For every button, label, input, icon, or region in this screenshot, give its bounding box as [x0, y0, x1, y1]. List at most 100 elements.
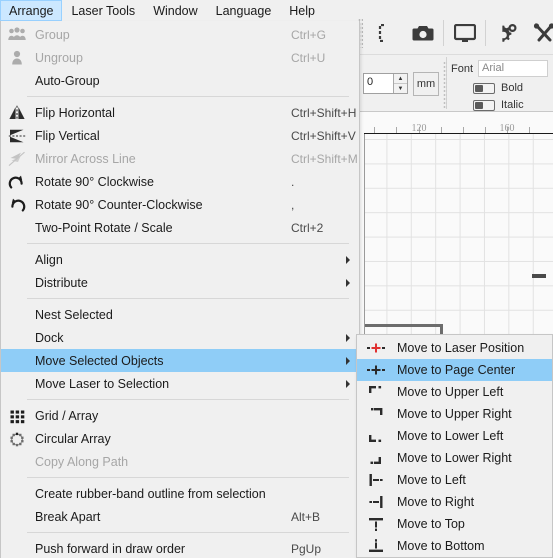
menu-item-move-selected-objects[interactable]: Move Selected Objects — [1, 349, 359, 372]
dimension-stepper[interactable]: 0 ▲ ▼ — [363, 73, 408, 94]
chevron-right-icon — [346, 255, 350, 264]
menu-item-push-forward-in-draw-order[interactable]: Push forward in draw order PgUp — [1, 537, 359, 558]
font-family-select[interactable]: Arial — [478, 60, 549, 77]
move-upper-left-icon — [363, 384, 389, 400]
bold-label: Bold — [501, 82, 524, 94]
submenu-item-label: Move to Lower Left — [397, 429, 504, 443]
menubar-item-window[interactable]: Window — [144, 0, 206, 21]
horizontal-ruler: 120 160 — [364, 112, 553, 134]
menu-item-nest-selected[interactable]: Nest Selected — [1, 303, 359, 326]
submenu-item-label: Move to Left — [397, 473, 466, 487]
menu-item-group: Group Ctrl+G — [1, 23, 359, 46]
camera-icon[interactable] — [404, 16, 441, 50]
menu-item-grid-array[interactable]: Grid / Array — [1, 404, 359, 427]
rotate-ccw-icon — [7, 196, 27, 214]
menu-item-move-laser-to-selection[interactable]: Move Laser to Selection — [1, 372, 359, 395]
ruler-tick-label: 160 — [499, 123, 515, 134]
menu-item-break-apart[interactable]: Break Apart Alt+B — [1, 505, 359, 528]
move-laser-position-icon — [363, 340, 389, 356]
menu-item-shortcut: . — [291, 174, 295, 189]
submenu-item-move-to-left[interactable]: Move to Left — [357, 469, 552, 491]
submenu-item-move-to-bottom[interactable]: Move to Bottom — [357, 535, 552, 557]
submenu-item-label: Move to Page Center — [397, 363, 516, 377]
group-users-icon — [7, 26, 27, 44]
chevron-right-icon — [346, 356, 350, 365]
bold-toggle[interactable] — [473, 82, 495, 94]
menubar-item-language[interactable]: Language — [207, 0, 281, 21]
submenu-item-label: Move to Top — [397, 517, 465, 531]
chevron-right-icon — [346, 278, 350, 287]
toolbar-icon-group — [358, 16, 553, 50]
menu-item-rotate-90-counter-clockwise[interactable]: Rotate 90° Counter-Clockwise, — [1, 193, 359, 216]
font-selector-row: Font Arial — [451, 60, 549, 77]
stepper-up-icon[interactable]: ▲ — [394, 74, 407, 84]
move-upper-right-icon — [363, 406, 389, 422]
submenu-item-move-to-right[interactable]: Move to Right — [357, 491, 552, 513]
move-lower-left-icon — [363, 428, 389, 444]
unit-toggle-button[interactable]: mm — [413, 72, 439, 96]
move-top-icon — [363, 516, 389, 532]
menubar-item-laser-tools[interactable]: Laser Tools — [62, 0, 144, 21]
font-label: Font — [451, 62, 474, 75]
dimension-value[interactable]: 0 — [364, 74, 393, 93]
menu-separator — [27, 243, 349, 244]
monitor-icon[interactable] — [446, 16, 483, 50]
submenu-item-move-to-top[interactable]: Move to Top — [357, 513, 552, 535]
italic-label: Italic — [501, 99, 524, 111]
submenu-item-label: Move to Upper Left — [397, 385, 504, 399]
menu-item-label: Nest Selected — [35, 307, 113, 322]
menu-item-label: Distribute — [35, 275, 88, 290]
menu-item-label: Rotate 90° Counter-Clockwise — [35, 197, 203, 212]
menu-item-circular-array[interactable]: Circular Array — [1, 427, 359, 450]
menu-item-shortcut: Ctrl+Shift+M — [291, 151, 358, 166]
menubar-item-arrange[interactable]: Arrange — [0, 0, 63, 21]
menu-item-label: Auto-Group — [35, 73, 100, 88]
menu-item-flip-horizontal[interactable]: Flip Horizontal Ctrl+Shift+H — [1, 101, 359, 124]
italic-toggle[interactable] — [473, 99, 495, 111]
submenu-item-move-to-lower-left[interactable]: Move to Lower Left — [357, 425, 552, 447]
submenu-item-move-to-laser-position[interactable]: Move to Laser Position — [357, 337, 552, 359]
menu-item-label: Rotate 90° Clockwise — [35, 174, 154, 189]
menu-item-dock[interactable]: Dock — [1, 326, 359, 349]
submenu-item-label: Move to Lower Right — [397, 451, 512, 465]
menu-item-shortcut: , — [291, 197, 295, 212]
menu-item-shortcut: Ctrl+2 — [291, 220, 324, 235]
move-bottom-icon — [363, 538, 389, 554]
menu-item-shortcut: Ctrl+U — [291, 50, 326, 65]
submenu-item-label: Move to Bottom — [397, 539, 485, 553]
menu-item-flip-vertical[interactable]: Flip Vertical Ctrl+Shift+V — [1, 124, 359, 147]
menu-item-label: Move Laser to Selection — [35, 376, 170, 391]
menu-item-create-rubber-band-outline-from-selection[interactable]: Create rubber-band outline from selectio… — [1, 482, 359, 505]
menu-separator — [27, 532, 349, 533]
canvas-object-marker[interactable] — [532, 274, 546, 278]
menu-item-rotate-90-clockwise[interactable]: Rotate 90° Clockwise. — [1, 170, 359, 193]
stepper-down-icon[interactable]: ▼ — [394, 84, 407, 93]
menu-item-label: Dock — [35, 330, 64, 345]
stepper-buttons: ▲ ▼ — [393, 74, 407, 93]
ungroup-user-icon — [7, 49, 27, 67]
grid-array-icon — [7, 407, 27, 425]
menu-item-label: Copy Along Path — [35, 454, 129, 469]
chevron-right-icon — [346, 333, 350, 342]
tools-icon[interactable] — [525, 16, 553, 50]
font-panel-grip-handle[interactable] — [443, 61, 447, 109]
menu-item-label: Circular Array — [35, 431, 111, 446]
menu-separator — [27, 477, 349, 478]
menu-item-align[interactable]: Align — [1, 248, 359, 271]
application-window: 0 ▲ ▼ mm Font Arial Bold Italic 120 160 … — [0, 0, 553, 558]
menu-item-auto-group[interactable]: Auto-Group — [1, 69, 359, 92]
submenu-item-move-to-upper-right[interactable]: Move to Upper Right — [357, 403, 552, 425]
menu-item-distribute[interactable]: Distribute — [1, 271, 359, 294]
gears-icon[interactable] — [488, 16, 525, 50]
menubar-item-help[interactable]: Help — [280, 0, 324, 21]
submenu-item-move-to-lower-right[interactable]: Move to Lower Right — [357, 447, 552, 469]
submenu-item-move-to-upper-left[interactable]: Move to Upper Left — [357, 381, 552, 403]
submenu-item-label: Move to Upper Right — [397, 407, 512, 421]
submenu-item-move-to-page-center[interactable]: Move to Page Center — [357, 359, 552, 381]
menu-bar: Arrange Laser Tools Window Language Help — [0, 0, 324, 21]
rotate-cw-icon — [7, 173, 27, 191]
italic-toggle-row: Italic — [473, 99, 524, 111]
flip-vertical-icon — [7, 127, 27, 145]
menu-item-two-point-rotate-scale[interactable]: Two-Point Rotate / Scale Ctrl+2 — [1, 216, 359, 239]
marquee-select-icon[interactable] — [367, 16, 404, 50]
